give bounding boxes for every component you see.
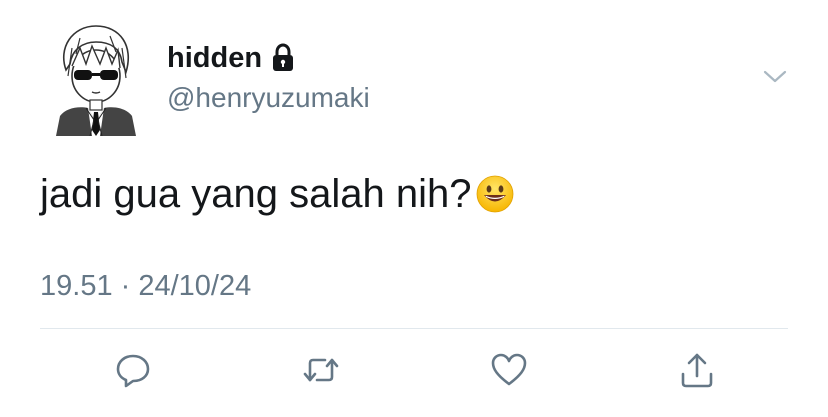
display-name[interactable]: hidden [167,40,262,76]
heart-icon [489,353,529,394]
reply-button[interactable] [113,350,153,390]
share-icon [677,353,717,394]
display-name-row[interactable]: hidden [167,40,296,76]
divider [40,328,788,329]
grinning-face-emoji [475,174,515,214]
tweet-timestamp[interactable]: 19.51 · 24/10/24 [40,268,251,304]
tweet-text: jadi gua yang salah nih? [40,172,472,216]
user-handle[interactable]: @henryuzumaki [167,81,370,115]
like-button[interactable] [489,350,529,390]
retweet-button[interactable] [301,350,341,390]
share-button[interactable] [677,350,717,390]
reply-icon [113,354,153,394]
retweet-icon [301,358,341,394]
chevron-down-icon[interactable] [762,66,788,86]
lock-icon [270,43,296,73]
tweet-text-row: jadi gua yang salah nih? [40,170,515,218]
avatar[interactable] [50,18,138,137]
